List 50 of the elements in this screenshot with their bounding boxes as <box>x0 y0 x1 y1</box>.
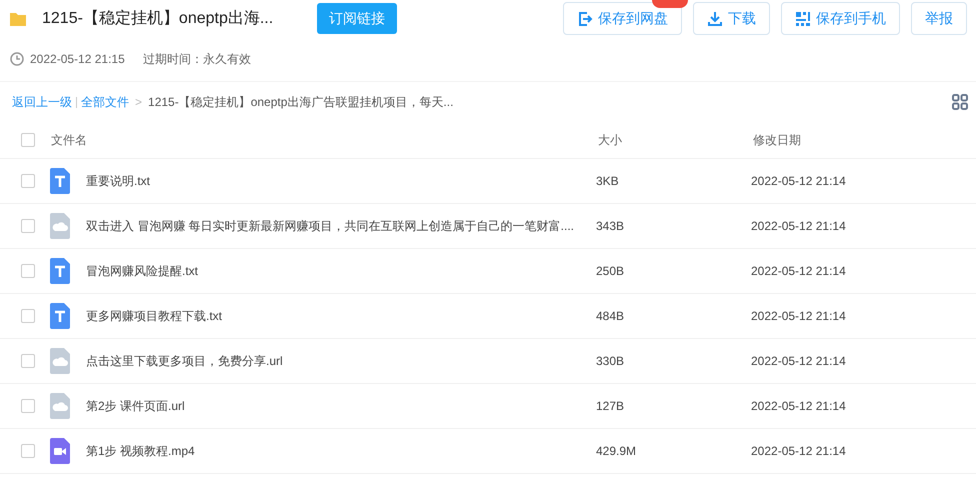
checkbox[interactable] <box>21 133 35 147</box>
download-icon <box>707 10 723 26</box>
file-name[interactable]: 第2步 课件页面.url <box>86 398 596 414</box>
current-folder: 1215-【稳定挂机】oneptp出海广告联盟挂机项目，每天... <box>148 94 454 110</box>
clock-icon <box>10 52 24 66</box>
column-header: 文件名 <box>51 132 88 148</box>
checkbox[interactable] <box>21 219 35 233</box>
file-name[interactable]: 更多网赚项目教程下载.txt <box>86 308 596 324</box>
file-name[interactable]: 第1步 视频教程.mp4 <box>86 442 596 460</box>
export-icon <box>577 10 593 26</box>
share-time: 2022-05-12 21:15 <box>30 52 125 66</box>
text-file-icon <box>50 168 70 194</box>
expiry-text: 过期时间：永久有效 <box>142 50 251 68</box>
file-size: 250B <box>596 264 626 278</box>
file-name[interactable]: 重要说明.txt <box>86 172 596 190</box>
checkbox[interactable] <box>21 309 35 323</box>
modified-date: 2022-05-12 21:14 <box>751 219 847 233</box>
checkbox[interactable] <box>21 354 35 368</box>
file-name[interactable]: 点击这里下载更多项目，免费分享.url <box>86 352 596 370</box>
cloud-file-icon <box>50 213 70 239</box>
modified-date: 2022-05-12 21:14 <box>751 444 847 458</box>
modified-date: 2022-05-12 21:14 <box>751 354 847 368</box>
checkbox[interactable] <box>21 264 35 278</box>
modified-date: 2022-05-12 21:14 <box>751 399 847 413</box>
file-size: 429.9M <box>596 444 638 458</box>
folder-title: 1215-【稳定挂机】oneptp出海... <box>42 8 274 29</box>
video-file-icon <box>50 438 70 464</box>
file-size: 3KB <box>596 174 620 188</box>
qr-code-icon <box>795 10 811 26</box>
cloud-file-icon <box>50 348 70 374</box>
column-header: 大小 <box>598 132 623 148</box>
modified-date: 2022-05-12 21:14 <box>751 264 847 278</box>
column-header: 修改日期 <box>753 132 802 148</box>
text-file-icon <box>50 303 70 329</box>
file-size: 343B <box>596 219 626 233</box>
file-size: 330B <box>596 354 626 368</box>
modified-date: 2022-05-12 21:14 <box>751 309 847 323</box>
modified-date: 2022-05-12 21:14 <box>751 174 847 188</box>
file-name[interactable]: 双击进入 冒泡网赚 每日实时更新最新网赚项目，共同在互联网上创造属于自己的一笔财富.... <box>86 218 596 234</box>
checkbox[interactable] <box>21 399 35 413</box>
folder-icon <box>10 12 26 26</box>
grid-view-icon[interactable] <box>952 94 968 110</box>
cloud-file-icon <box>50 393 70 419</box>
breadcrumb-separator: > <box>135 95 142 109</box>
checkbox[interactable] <box>21 174 35 188</box>
file-size: 484B <box>596 309 626 323</box>
file-name[interactable]: 冒泡网赚风险提醒.txt <box>86 262 596 280</box>
text-file-icon <box>50 258 70 284</box>
checkbox[interactable] <box>21 444 35 458</box>
file-size: 127B <box>596 399 626 413</box>
